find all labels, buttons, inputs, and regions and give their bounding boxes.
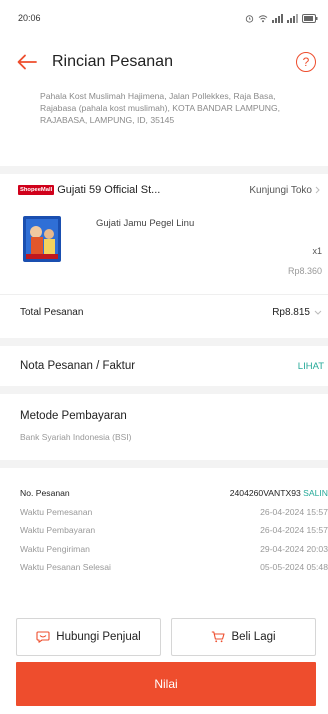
shipping-time-value: 29-04-2024 20:03 <box>260 543 328 554</box>
visit-shop-label: Kunjungi Toko <box>249 184 312 196</box>
signal-icon-2 <box>287 13 298 23</box>
order-time-label: Waktu Pemesanan <box>20 506 93 517</box>
contact-seller-label: Hubungi Penjual <box>56 631 141 643</box>
product-item[interactable]: Gujati Jamu Pegel Linu x1 Rp8.360 <box>0 204 328 294</box>
total-label: Total Pesanan <box>20 307 84 318</box>
completed-time-row: Waktu Pesanan Selesai 05-05-2024 05:48 <box>20 558 328 577</box>
contact-seller-button[interactable]: Hubungi Penjual <box>16 618 161 656</box>
mall-badge: ShopeeMall <box>18 185 55 195</box>
payment-method-value: Bank Syariah Indonesia (BSI) <box>20 432 132 442</box>
product-name: Gujati Jamu Pegel Linu <box>96 218 195 229</box>
order-time-value: 26-04-2024 15:57 <box>260 506 328 517</box>
view-invoice-link[interactable]: LIHAT <box>298 361 324 372</box>
status-time: 20:06 <box>18 13 41 23</box>
app-header: Rincian Pesanan ? <box>0 36 328 88</box>
order-number-label: No. Pesanan <box>20 488 70 499</box>
rate-button-label: Nilai <box>154 677 178 691</box>
battery-icon <box>302 13 318 23</box>
product-image <box>23 216 61 262</box>
alarm-icon <box>245 14 254 23</box>
order-number-value: 2404260VANTX93 <box>229 488 301 499</box>
order-time-row: Waktu Pemesanan 26-04-2024 15:57 <box>20 503 328 522</box>
product-quantity: x1 <box>312 246 322 256</box>
shop-name[interactable]: Gujati 59 Official St... <box>57 184 249 196</box>
rate-button[interactable]: Nilai <box>16 662 316 706</box>
shop-card: ShopeeMall Gujati 59 Official St... Kunj… <box>0 174 328 338</box>
cart-icon <box>212 631 225 643</box>
visit-shop-link[interactable]: Kunjungi Toko <box>249 185 320 196</box>
back-arrow-icon[interactable] <box>16 51 38 73</box>
completed-time-value: 05-05-2024 05:48 <box>260 562 328 573</box>
order-details-card: No. Pesanan 2404260VANTX93 SALIN Waktu P… <box>0 468 328 598</box>
buy-again-label: Beli Lagi <box>231 631 276 643</box>
shipping-time-label: Waktu Pengiriman <box>20 543 90 554</box>
address-text: Pahala Kost Muslimah Hajimena, Jalan Pol… <box>40 91 281 125</box>
help-icon[interactable]: ? <box>296 52 316 72</box>
invoice-row: Nota Pesanan / Faktur LIHAT <box>0 346 328 386</box>
action-buttons: Hubungi Penjual Beli Lagi <box>0 598 328 656</box>
payment-time-row: Waktu Pembayaran 26-04-2024 15:57 <box>20 521 328 540</box>
product-price: Rp8.360 <box>287 266 322 276</box>
chevron-down-icon <box>314 310 322 315</box>
order-total-row[interactable]: Total Pesanan Rp8.815 <box>0 294 328 330</box>
completed-time-label: Waktu Pesanan Selesai <box>20 562 111 573</box>
shop-header: ShopeeMall Gujati 59 Official St... Kunj… <box>0 176 328 204</box>
page-title: Rincian Pesanan <box>52 53 173 70</box>
shipping-time-row: Waktu Pengiriman 29-04-2024 20:03 <box>20 540 328 559</box>
total-value: Rp8.815 <box>272 307 310 318</box>
signal-icon <box>272 13 283 23</box>
order-number-row: No. Pesanan 2404260VANTX93 SALIN <box>20 484 328 503</box>
address-card: Pahala Kost Muslimah Hajimena, Jalan Pol… <box>0 88 328 166</box>
wifi-icon <box>258 14 268 22</box>
chat-icon <box>36 631 50 643</box>
status-bar: 20:06 <box>0 0 328 36</box>
payment-method-title: Metode Pembayaran <box>20 410 127 422</box>
buy-again-button[interactable]: Beli Lagi <box>171 618 316 656</box>
chevron-right-icon <box>315 186 320 194</box>
payment-time-label: Waktu Pembayaran <box>20 525 96 536</box>
copy-order-number-button[interactable]: SALIN <box>303 488 328 498</box>
invoice-label: Nota Pesanan / Faktur <box>20 360 136 372</box>
total-value-wrap: Rp8.815 <box>272 307 322 318</box>
payment-method-card: Metode Pembayaran Bank Syariah Indonesia… <box>0 394 328 460</box>
status-icons <box>245 13 318 23</box>
payment-time-value: 26-04-2024 15:57 <box>260 525 328 536</box>
order-number-value-wrap: 2404260VANTX93 SALIN <box>230 488 328 498</box>
